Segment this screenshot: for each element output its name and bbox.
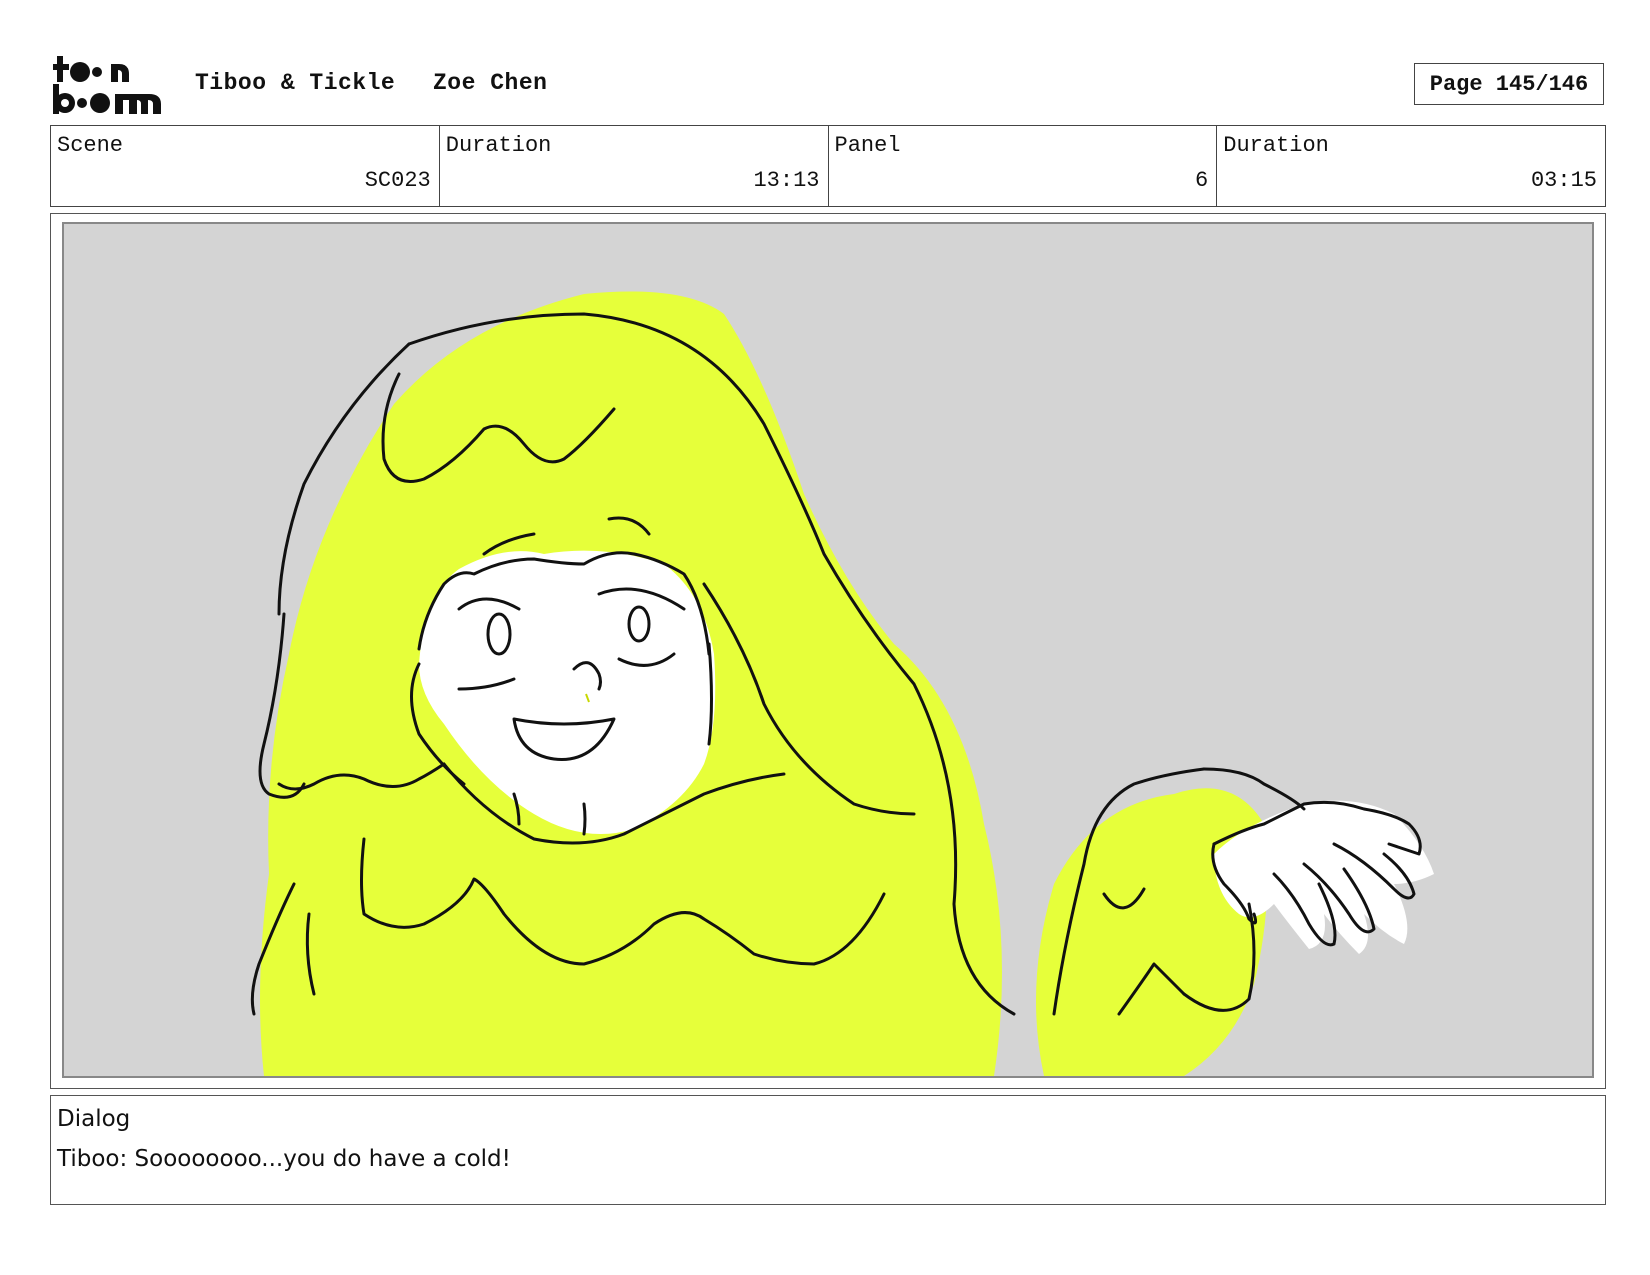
scene-value: SC023 [364, 168, 431, 193]
panel-duration-cell: Duration 03:15 [1217, 126, 1605, 206]
panel-duration-value: 03:15 [1530, 168, 1597, 193]
panel-label: Panel [834, 133, 901, 158]
scene-label: Scene [57, 133, 124, 158]
storyboard-panel-image [62, 222, 1594, 1078]
dialog-label: Dialog [57, 1106, 131, 1132]
panel-info-table: Scene SC023 Duration 13:13 Panel 6 Durat… [50, 125, 1606, 207]
project-title: Tiboo & Tickle [195, 70, 396, 96]
scene-cell: Scene SC023 [51, 126, 440, 206]
scene-duration-value: 13:13 [753, 168, 820, 193]
panel-duration-label: Duration [1223, 133, 1329, 158]
panel-cell: Panel 6 [829, 126, 1218, 206]
character-sketch [250, 291, 1434, 1076]
author-name: Zoe Chen [433, 70, 548, 96]
page-indicator: Page 145/146 [1414, 63, 1604, 105]
scene-duration-label: Duration [445, 133, 552, 158]
panel-value: 6 [1195, 168, 1209, 193]
storyboard-panel-frame [50, 213, 1606, 1089]
dialog-box: Dialog Tiboo: Soooooooo...you do have a … [50, 1095, 1606, 1205]
dialog-text: Tiboo: Soooooooo...you do have a cold! [57, 1146, 511, 1172]
toon-boom-logo [53, 52, 171, 116]
scene-duration-cell: Duration 13:13 [440, 126, 829, 206]
